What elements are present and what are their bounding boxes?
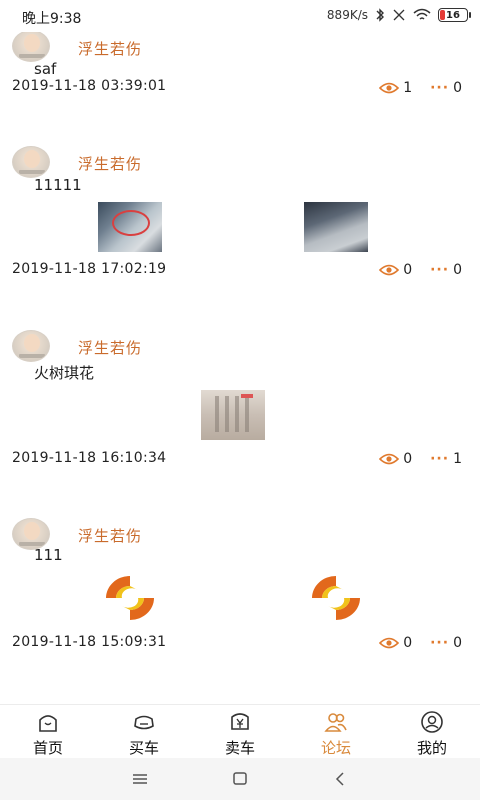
car-icon [134,715,154,730]
signal-off-icon [393,9,405,21]
profile-icon [421,711,443,733]
comment-count: 1 [453,451,462,467]
square-home-icon [233,772,247,785]
post-timestamp: 2019-11-18 03:39:01 [12,78,167,94]
tab-label: 我的 [416,739,447,757]
post-image[interactable] [304,202,368,252]
post-timestamp: 2019-11-18 16:10:34 [12,450,167,466]
comment-count: 0 [453,262,462,278]
post-content: saf [34,60,57,78]
bluetooth-icon [376,8,384,22]
eye-icon [379,82,400,94]
post-image[interactable] [304,572,368,622]
post-image[interactable] [98,572,162,622]
post-stats: 0 ··· 0 [379,262,462,278]
system-nav-bar [0,758,480,800]
post-content: 111 [34,546,63,564]
view-count: 0 [403,451,413,467]
view-count: 1 [403,80,413,96]
forum-icon [324,713,347,732]
avatar[interactable] [12,32,50,62]
wifi-icon [413,8,431,20]
eye-icon [379,637,400,649]
post-username[interactable]: 浮生若伤 [78,525,142,546]
tab-label: 卖车 [224,739,255,757]
view-count: 0 [403,262,413,278]
post-username[interactable]: 浮生若伤 [78,337,142,358]
tab-label: 首页 [32,739,63,757]
tab-home[interactable]: 首页 [0,705,96,758]
comment-count: 0 [453,80,462,96]
home-icon [39,715,57,732]
back-icon [335,772,344,786]
comment-dots-icon: ··· [430,262,450,278]
menu-button[interactable] [90,773,190,785]
home-button[interactable] [190,772,290,786]
back-button[interactable] [290,772,390,786]
comment-count: 0 [453,635,462,651]
menu-icon [133,774,147,784]
logo-image-icon [106,576,154,620]
view-count: 0 [403,635,413,651]
battery-icon: 16 [438,8,471,22]
tab-label: 论坛 [320,739,351,757]
post-username[interactable]: 浮生若伤 [78,38,142,59]
post-stats: 0 ··· 0 [379,635,462,651]
post-content: 火树琪花 [34,364,95,382]
tab-profile[interactable]: 我的 [384,705,480,758]
tab-label: 买车 [128,739,159,757]
tab-buy-car[interactable]: 买车 [96,705,192,758]
avatar[interactable] [12,146,50,178]
post-timestamp: 2019-11-18 17:02:19 [12,261,167,277]
comment-dots-icon: ··· [430,451,450,467]
avatar[interactable] [12,330,50,362]
tab-sell-car[interactable]: 卖车 [192,705,288,758]
post-stats: 0 ··· 1 [379,451,462,467]
post-stats: 1 ··· 0 [379,80,462,96]
post-image[interactable] [98,202,162,252]
post-image[interactable] [201,390,265,440]
bottom-tab-bar: 首页 买车 卖车 论坛 我的 [0,704,480,758]
comment-dots-icon: ··· [430,635,450,651]
status-icons: 889K/s 16 [326,8,471,22]
status-bar: 晚上9:38 889K/s 16 [0,0,480,32]
post-content: 11111 [34,176,82,194]
logo-image-icon [312,576,360,620]
network-speed: 889K/s [326,8,368,22]
eye-icon [379,453,400,465]
forum-feed[interactable]: 浮生若伤 saf 2019-11-18 03:39:01 1 ··· 0 浮生若… [0,32,480,704]
post-username[interactable]: 浮生若伤 [78,153,142,174]
post-timestamp: 2019-11-18 15:09:31 [12,634,167,650]
comment-dots-icon: ··· [430,80,450,96]
tab-forum[interactable]: 论坛 [288,705,384,758]
yuan-icon [231,713,249,730]
eye-icon [379,264,400,276]
status-time: 晚上9:38 [22,11,82,27]
